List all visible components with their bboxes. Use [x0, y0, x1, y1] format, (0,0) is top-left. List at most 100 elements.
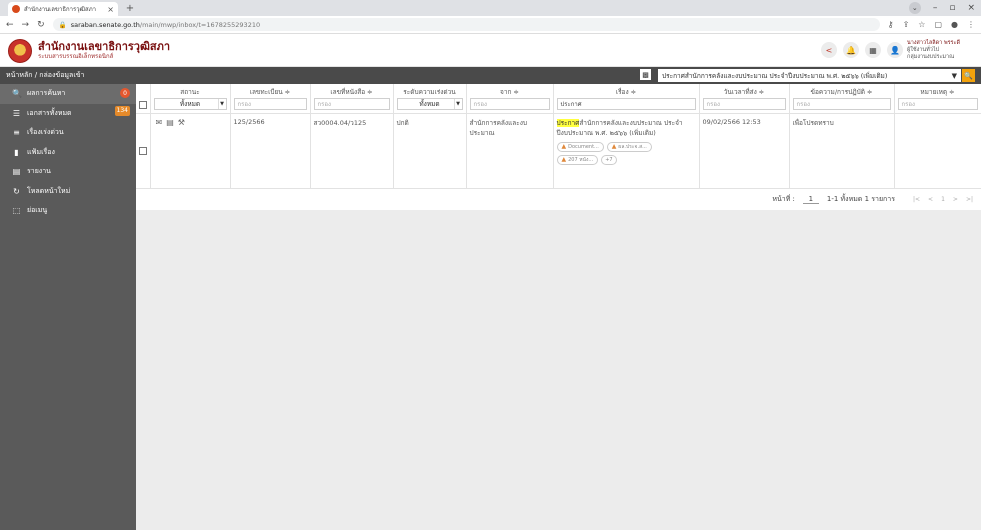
inbox-table: สถานะ เลขทะเบียน ≑ เลขที่หนังสือ ≑ ระดับ…: [136, 84, 981, 188]
browser-menu-icon[interactable]: ⋮: [967, 20, 975, 29]
prev-page-button[interactable]: <: [928, 196, 933, 203]
attachment-chip[interactable]: ▲ Document...: [556, 141, 604, 152]
from-filter-input[interactable]: กรอง: [469, 98, 550, 110]
sidebar-item-collapse[interactable]: ⬚ ย่อเมนู: [0, 201, 136, 221]
col-from[interactable]: จาก ≑: [466, 84, 554, 97]
share-page-icon[interactable]: ⇪: [903, 20, 910, 29]
document-icon[interactable]: ▤: [166, 118, 174, 127]
sidebar-item-search-results[interactable]: 🔍 ผลการค้นหา 0: [0, 84, 136, 104]
attachment-chip[interactable]: ▲ ผล.ประจ.ส...: [606, 141, 652, 152]
pagination: หน้าที่ : 1 1-1 ทั้งหมด 1 รายการ |< < 1 …: [136, 188, 981, 210]
profile-icon[interactable]: ●: [951, 20, 958, 29]
col-subject[interactable]: เรื่อง ≑: [553, 84, 700, 97]
first-page-button[interactable]: |<: [913, 196, 920, 203]
reg-no-filter-input[interactable]: กรอง: [233, 98, 307, 110]
col-note[interactable]: หมายเหตุ ≑: [894, 84, 981, 97]
back-icon[interactable]: ←: [6, 20, 14, 30]
browser-tabbar: สำนักงานเลขาธิการวุฒิสภา × + ⌄ – ▫ ×: [0, 0, 981, 16]
sidebar-item-urgent[interactable]: ≡ เรื่องเร่งด่วน: [0, 123, 136, 143]
close-window-icon[interactable]: ×: [967, 3, 975, 13]
sidebar-item-label: โหลดหน้าใหม่: [27, 186, 71, 195]
tab-search-icon[interactable]: ⌄: [908, 2, 921, 14]
last-page-button[interactable]: >|: [966, 196, 973, 203]
sidebar-item-report[interactable]: ▤ รายงาน: [0, 162, 136, 182]
bookmark-star-icon[interactable]: ☆: [918, 20, 925, 29]
urgency-cell: ปกติ: [393, 112, 467, 188]
col-reg-no[interactable]: เลขทะเบียน ≑: [230, 84, 311, 97]
subject-filter-input[interactable]: ประกาศ: [556, 98, 696, 110]
notification-bell-icon[interactable]: 🔔: [843, 42, 859, 58]
row-checkbox[interactable]: [139, 146, 147, 155]
search-button[interactable]: 🔍: [962, 69, 975, 82]
col-urgency[interactable]: ระดับความเร่งด่วน: [393, 84, 467, 97]
urgency-filter-select[interactable]: ทั้งหมด ▼: [396, 98, 463, 110]
more-attachments-chip[interactable]: +7: [601, 154, 617, 165]
sidebar-item-label: รายงาน: [27, 167, 51, 176]
table-row[interactable]: ✉ ▤ ⚒ 125/2566 สว0004.04/ว125 ปกติ สำนัก…: [136, 112, 981, 188]
subject-highlight: ประกาศ: [556, 118, 580, 127]
app-subtitle: ระบบสารบรรณอิเล็กทรอนิกส์: [38, 52, 114, 60]
note-cell: [894, 112, 981, 188]
page-summary: 1-1 ทั้งหมด 1 รายการ: [826, 195, 895, 203]
status-filter-select[interactable]: ทั้งหมด ▼: [153, 98, 227, 110]
action-filter-input[interactable]: กรอง: [792, 98, 891, 110]
sent-at-cell: 09/02/2566 12:53: [699, 112, 790, 188]
envelope-icon[interactable]: ✉: [156, 118, 163, 127]
subject-cell[interactable]: ประกาศสำนักการคลังและงบประมาณ ประจำปีงบป…: [553, 112, 700, 188]
sidebar-item-label: เรื่องเร่งด่วน: [27, 128, 64, 137]
sidebar-item-label: ผลการค้นหา: [27, 89, 66, 98]
doc-no-filter-input[interactable]: กรอง: [313, 98, 390, 110]
current-page[interactable]: 1: [941, 196, 945, 203]
apps-grid-icon[interactable]: ▦: [865, 42, 881, 58]
page-input[interactable]: 1: [802, 195, 819, 204]
sidepanel-icon[interactable]: ▢: [934, 20, 942, 29]
maximize-icon[interactable]: ▫: [949, 3, 955, 13]
file-icon: ▲: [561, 143, 567, 150]
sent-at-filter-input[interactable]: กรอง: [702, 98, 786, 110]
collapse-icon: ⬚: [12, 206, 21, 216]
reload-icon[interactable]: ↻: [37, 20, 45, 30]
sidebar-item-all-docs[interactable]: ☰ เอกสารทั้งหมด 134: [0, 104, 136, 124]
next-page-button[interactable]: >: [953, 196, 958, 203]
action-cell: เพื่อโปรดทราบ: [789, 112, 895, 188]
chevron-down-icon: ▼: [217, 99, 226, 109]
sidebar: 🔍 ผลการค้นหา 0 ☰ เอกสารทั้งหมด 134 ≡ เรื…: [0, 84, 136, 530]
browser-toolbar: ← → ↻ 🔒 saraban.senate.go.th/main/mwp/in…: [0, 16, 981, 34]
key-icon[interactable]: ⚷: [888, 20, 894, 29]
sidebar-item-label: ย่อเมนู: [27, 206, 48, 215]
senate-logo: [8, 38, 32, 63]
folder-icon: ▮: [14, 147, 19, 157]
col-sent-at[interactable]: วันเวลาที่ส่ง ≑: [699, 84, 790, 97]
sidebar-item-label: แฟ้มเรื่อง: [27, 147, 55, 156]
col-status[interactable]: สถานะ: [150, 84, 231, 97]
select-all-checkbox[interactable]: [139, 100, 147, 109]
user-role: ผู้ใช้งานทั่วไป: [907, 47, 940, 53]
attachment-chip[interactable]: ▲ 207 หนัง...: [556, 154, 599, 165]
global-search-select[interactable]: ประกาศสำนักการคลังและงบประมาณ ประจำปีงบป…: [658, 69, 961, 82]
note-filter-input[interactable]: กรอง: [897, 98, 978, 110]
reload-icon: ↻: [13, 186, 20, 196]
url-host: saraban.senate.go.th: [70, 20, 140, 29]
url-path: /main/mwp/inbox/t=1678255293210: [139, 20, 261, 29]
user-avatar-icon[interactable]: 👤: [887, 42, 903, 58]
user-info[interactable]: นางสาวไลลิดา พรระดี ผู้ใช้งานทั่วไป กลุ่…: [907, 40, 975, 61]
sidebar-item-folder[interactable]: ▮ แฟ้มเรื่อง: [0, 143, 136, 163]
page-label: หน้าที่ :: [772, 195, 795, 203]
forward-icon[interactable]: →: [22, 20, 30, 30]
status-icons: ✉ ▤ ⚒: [154, 118, 227, 127]
site-favicon-icon: [12, 5, 20, 13]
sidebar-item-reload[interactable]: ↻ โหลดหน้าใหม่: [0, 182, 136, 202]
close-tab-icon[interactable]: ×: [107, 5, 114, 14]
breadcrumb-bar: หน้าหลัก / กล่องข้อมูลเข้า ▩ ประกาศสำนัก…: [0, 67, 981, 84]
col-doc-no[interactable]: เลขที่หนังสือ ≑: [310, 84, 394, 97]
new-tab-icon[interactable]: +: [124, 2, 136, 14]
address-bar[interactable]: 🔒 saraban.senate.go.th/main/mwp/inbox/t=…: [52, 18, 880, 31]
tools-icon[interactable]: ⚒: [178, 118, 185, 127]
col-action[interactable]: ข้อความ/การปฏิบัติ ≑: [789, 84, 895, 97]
share-icon[interactable]: <: [821, 42, 837, 58]
qr-code-icon[interactable]: ▩: [640, 69, 651, 80]
browser-tab[interactable]: สำนักงานเลขาธิการวุฒิสภา ×: [8, 2, 118, 16]
count-badge: 0: [120, 88, 130, 98]
app-header: สำนักงานเลขาธิการวุฒิสภา ระบบสารบรรณอิเล…: [0, 35, 981, 67]
minimize-icon[interactable]: –: [933, 3, 938, 13]
